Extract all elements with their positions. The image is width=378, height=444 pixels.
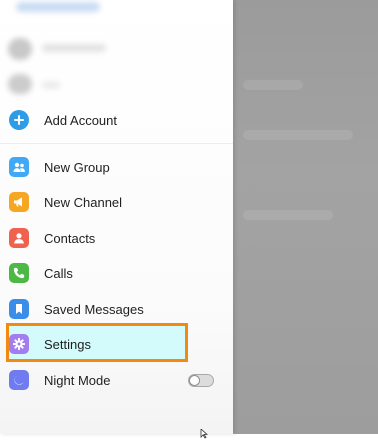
person-icon (9, 228, 29, 248)
avatar (8, 38, 32, 60)
settings-item[interactable]: Settings (0, 327, 233, 361)
phone-icon (9, 263, 29, 283)
add-account-label: Add Account (44, 112, 117, 128)
contacts-label: Contacts (44, 230, 96, 246)
night-mode-toggle[interactable] (188, 374, 214, 387)
gear-icon (9, 334, 29, 354)
megaphone-icon (9, 192, 29, 212)
avatar (8, 74, 32, 94)
saved-messages-item[interactable]: Saved Messages (0, 292, 233, 326)
menu-divider (0, 143, 233, 144)
new-group-item[interactable]: New Group (0, 150, 233, 184)
blurred-text (243, 210, 333, 220)
contacts-item[interactable]: Contacts (0, 221, 233, 255)
night-mode-label: Night Mode (44, 372, 111, 388)
moon-icon (9, 370, 29, 390)
side-menu: Add Account New Group New Channel Contac… (0, 0, 233, 439)
blurred-text (243, 130, 353, 140)
blurred-text (243, 80, 303, 90)
people-icon (9, 157, 29, 177)
calls-item[interactable]: Calls (0, 256, 233, 290)
settings-label: Settings (44, 336, 91, 352)
add-account-item[interactable]: Add Account (0, 103, 233, 137)
bookmark-icon (9, 299, 29, 319)
plus-icon (9, 110, 29, 130)
blurred-account-label (42, 44, 106, 52)
new-channel-label: New Channel (44, 194, 123, 210)
saved-messages-label: Saved Messages (44, 301, 144, 317)
new-channel-item[interactable]: New Channel (0, 185, 233, 219)
new-group-label: New Group (44, 159, 110, 175)
app-backdrop (233, 0, 378, 434)
blurred-account-name (16, 2, 100, 12)
mouse-cursor-icon (200, 426, 210, 439)
blurred-account-label (42, 82, 60, 88)
toggle-knob (189, 375, 200, 386)
calls-label: Calls (44, 265, 73, 281)
account-header-blurred (0, 0, 233, 100)
